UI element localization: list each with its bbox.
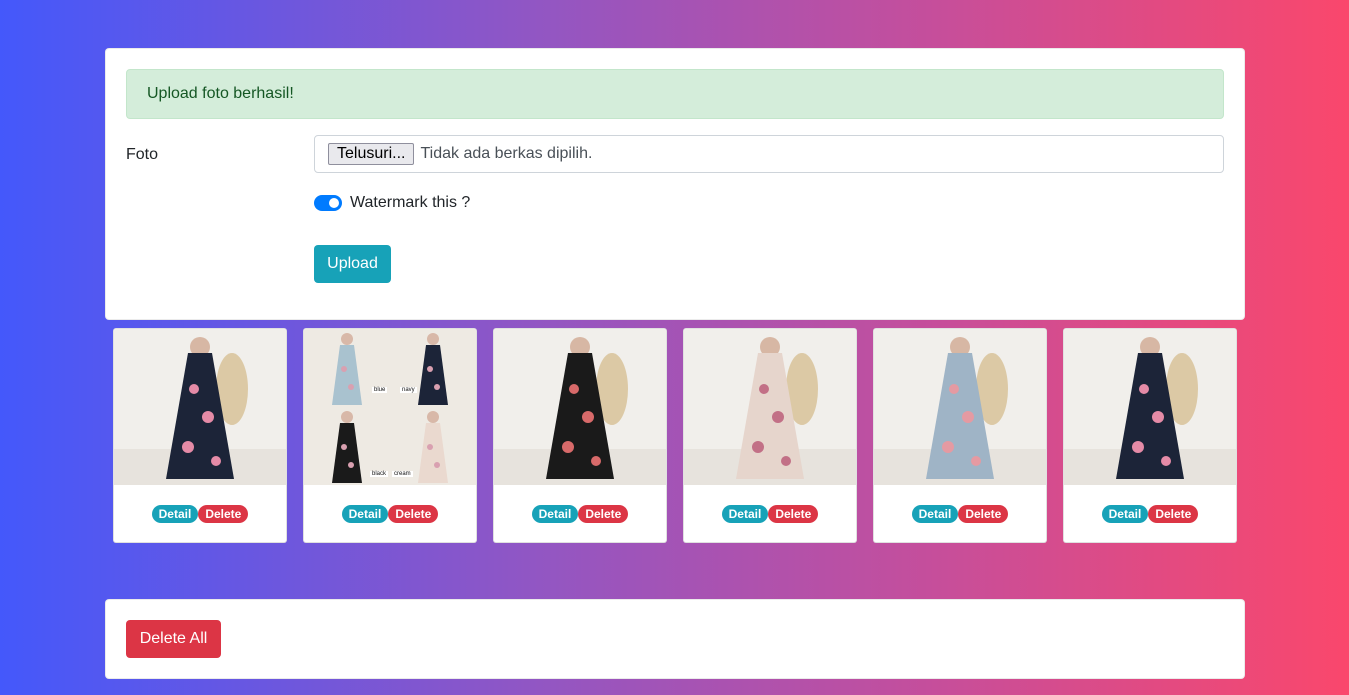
delete-button[interactable]: Delete	[578, 505, 629, 523]
delete-button[interactable]: Delete	[388, 505, 439, 523]
watermark-overlay	[694, 404, 846, 409]
photo-actions: Detail Delete	[304, 505, 476, 523]
photo-card: blue navy black cream Detail Delete	[303, 328, 477, 543]
photo-card: Detail Delete	[683, 328, 857, 543]
product-photo	[114, 329, 286, 485]
watermark-overlay	[124, 404, 276, 409]
photo-actions: Detail Delete	[114, 505, 286, 523]
delete-button[interactable]: Delete	[958, 505, 1009, 523]
detail-button[interactable]: Detail	[1101, 505, 1149, 523]
product-photo	[1064, 329, 1236, 485]
watermark-overlay	[884, 404, 1036, 409]
upload-card: Upload foto berhasil! Foto Telusuri... T…	[105, 48, 1245, 320]
photo-actions: Detail Delete	[1064, 505, 1236, 523]
delete-button[interactable]: Delete	[1148, 505, 1199, 523]
collage-caption: navy	[400, 387, 417, 393]
file-input[interactable]: Telusuri... Tidak ada berkas dipilih.	[314, 135, 1224, 173]
delete-all-button[interactable]: Delete All	[126, 620, 221, 658]
alert-text: Upload foto berhasil!	[147, 85, 294, 102]
watermark-overlay	[1074, 404, 1226, 409]
watermark-overlay	[504, 404, 656, 409]
photo-card: Detail Delete	[493, 328, 667, 543]
toggle-knob	[329, 198, 339, 208]
product-photo	[874, 329, 1046, 485]
collage-caption: black	[370, 471, 389, 477]
upload-button[interactable]: Upload	[314, 245, 391, 283]
file-status: Tidak ada berkas dipilih.	[420, 145, 593, 162]
foto-label: Foto	[126, 146, 159, 163]
photo-card: Detail Delete	[873, 328, 1047, 543]
delete-button[interactable]: Delete	[198, 505, 249, 523]
success-alert: Upload foto berhasil!	[126, 69, 1224, 119]
bottom-card: Delete All	[105, 599, 1245, 679]
watermark-overlay	[314, 404, 466, 409]
detail-button[interactable]: Detail	[911, 505, 959, 523]
product-photo: blue navy black cream	[304, 329, 476, 485]
photo-card: Detail Delete	[113, 328, 287, 543]
browse-button[interactable]: Telusuri...	[328, 143, 415, 165]
photo-actions: Detail Delete	[494, 505, 666, 523]
watermark-toggle[interactable]	[314, 195, 342, 211]
collage-caption: blue	[372, 387, 388, 393]
photo-card: Detail Delete	[1063, 328, 1237, 543]
photo-actions: Detail Delete	[874, 505, 1046, 523]
photo-actions: Detail Delete	[684, 505, 856, 523]
product-photo	[684, 329, 856, 485]
detail-button[interactable]: Detail	[341, 505, 389, 523]
detail-button[interactable]: Detail	[151, 505, 199, 523]
detail-button[interactable]: Detail	[721, 505, 769, 523]
detail-button[interactable]: Detail	[531, 505, 579, 523]
collage-caption: cream	[392, 471, 413, 477]
watermark-toggle-row: Watermark this ?	[314, 194, 470, 212]
product-photo	[494, 329, 666, 485]
delete-button[interactable]: Delete	[768, 505, 819, 523]
watermark-label[interactable]: Watermark this ?	[350, 194, 470, 212]
